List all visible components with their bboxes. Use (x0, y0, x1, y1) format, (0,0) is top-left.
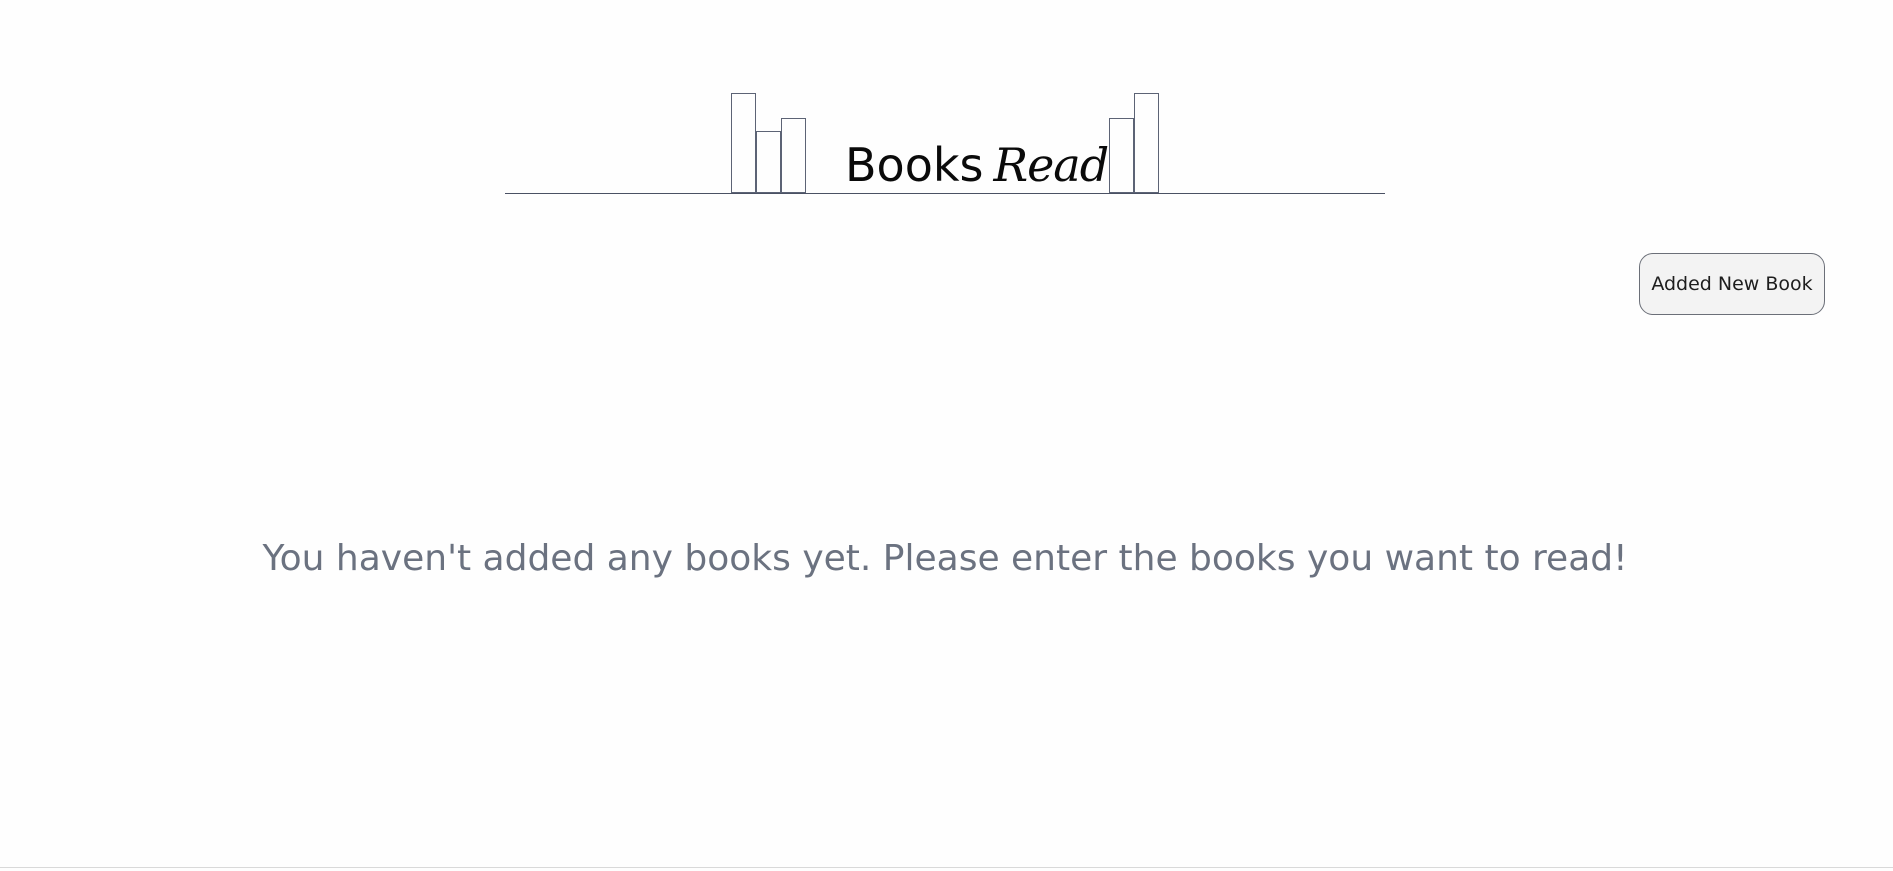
shelf-line (505, 193, 1385, 194)
title-books-word: Books (845, 138, 984, 192)
page-bottom-border (0, 867, 1893, 868)
app-logo: Books Read (505, 90, 1385, 194)
page-title: Books Read (845, 142, 1109, 188)
title-read-word: Read (993, 138, 1109, 192)
book-illustration (731, 93, 756, 193)
add-new-book-button[interactable]: Added New Book (1639, 253, 1825, 315)
book-illustration (1134, 93, 1159, 193)
book-illustration (781, 118, 806, 193)
empty-state-message: You haven't added any books yet. Please … (262, 538, 1628, 579)
book-illustration (756, 131, 781, 193)
book-illustration (1109, 118, 1134, 193)
